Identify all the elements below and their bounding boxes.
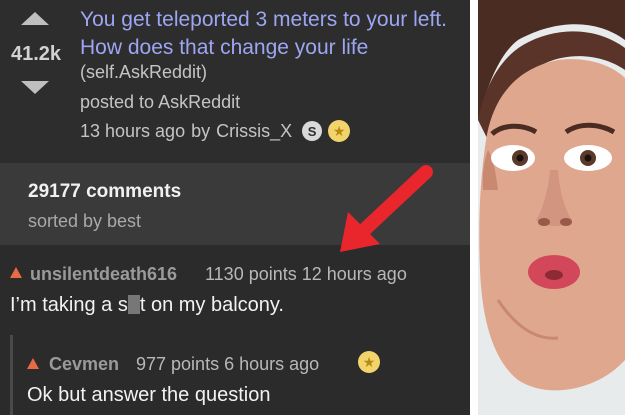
downvote-arrow-icon[interactable] bbox=[21, 81, 49, 94]
post-title[interactable]: You get teleported 3 meters to your left… bbox=[80, 6, 468, 62]
comment-points: 977 points 6 hours ago bbox=[136, 354, 320, 374]
post-by: by bbox=[191, 120, 211, 141]
post-header: 41.2k You get teleported 3 meters to you… bbox=[0, 0, 470, 163]
post-domain[interactable]: (self.AskReddit) bbox=[80, 62, 207, 83]
censor-block bbox=[127, 295, 140, 314]
sort-order[interactable]: sorted by best bbox=[28, 211, 141, 232]
image-divider bbox=[470, 0, 478, 415]
upvote-arrow-icon[interactable] bbox=[10, 267, 22, 278]
star-badge-icon: ★ bbox=[358, 351, 380, 373]
comment-points: 1130 points 12 hours ago bbox=[205, 264, 407, 284]
s-badge-icon: S bbox=[302, 121, 323, 141]
upvote-arrow-icon[interactable] bbox=[27, 358, 39, 369]
comment-author[interactable]: Cevmen bbox=[49, 354, 119, 375]
annotation-arrow-icon bbox=[340, 165, 433, 252]
comment-body: Ok but answer the question bbox=[27, 384, 271, 406]
reddit-screenshot: 41.2k You get teleported 3 meters to you… bbox=[0, 0, 470, 415]
upvote-arrow-icon[interactable] bbox=[21, 12, 49, 25]
post-score: 41.2k bbox=[10, 43, 62, 65]
reaction-photo bbox=[478, 0, 625, 415]
post-meta: 13 hours ago by Crissis_X S ★ bbox=[80, 120, 351, 142]
comment-body: I’m taking a s t on my balcony. bbox=[10, 294, 284, 317]
reply-comment: Cevmen 977 points 6 hours ago ★ Ok but a… bbox=[10, 335, 470, 415]
comments-count: 29177 comments bbox=[28, 181, 182, 202]
comment-author[interactable]: unsilentdeath616 bbox=[30, 264, 177, 285]
star-badge-icon: ★ bbox=[328, 120, 351, 142]
comment-body-start: I’m taking a s bbox=[10, 294, 128, 316]
surprised-face-image bbox=[478, 0, 625, 415]
post-author[interactable]: Crissis_X bbox=[216, 121, 292, 142]
posted-to-subreddit[interactable]: posted to AskReddit bbox=[80, 92, 240, 113]
comment-body-end: t on my balcony. bbox=[139, 294, 284, 316]
post-time: 13 hours ago bbox=[80, 120, 186, 141]
